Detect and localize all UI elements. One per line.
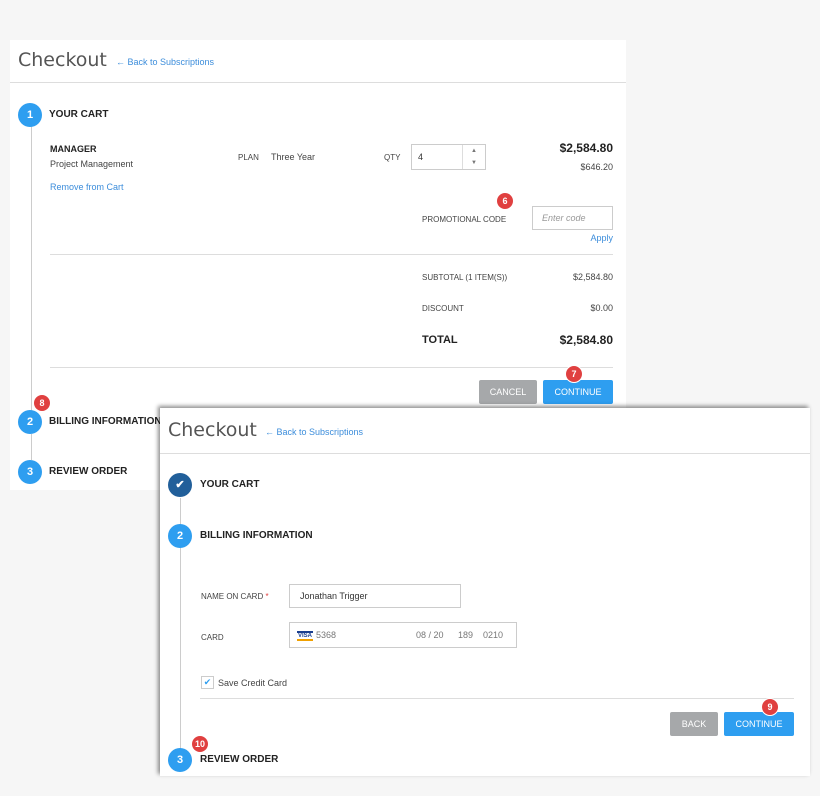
name-on-card-label: NAME ON CARD *: [201, 592, 269, 601]
product-subtitle: Project Management: [50, 159, 134, 169]
total-label: TOTAL: [422, 334, 458, 346]
name-on-card-label-text: NAME ON CARD: [201, 592, 264, 601]
quantity-spinner[interactable]: ▲ ▼: [462, 145, 485, 169]
card-input[interactable]: VISA 5368 08 / 20 189 0210: [289, 622, 517, 648]
cancel-button[interactable]: CANCEL: [479, 380, 537, 404]
discount-label: DISCOUNT: [422, 304, 464, 313]
back-to-subscriptions-link[interactable]: ← Back to Subscriptions: [116, 57, 214, 67]
remove-from-cart-link[interactable]: Remove from Cart: [50, 182, 124, 192]
subtotal-value: $2,584.80: [572, 272, 613, 282]
name-on-card-value: Jonathan Trigger: [300, 591, 368, 601]
quantity-value: 4: [418, 152, 424, 162]
quantity-stepper[interactable]: 4 ▲ ▼: [411, 144, 486, 170]
step-3-circle: 3: [18, 460, 42, 484]
step-3-circle: 3: [168, 748, 192, 772]
step-your-cart[interactable]: YOUR CART: [49, 109, 108, 120]
save-card-label: Save Credit Card: [218, 678, 288, 688]
continue-button[interactable]: CONTINUE: [724, 712, 794, 736]
promo-code-placeholder: Enter code: [542, 213, 586, 223]
back-button[interactable]: BACK: [670, 712, 718, 736]
annotation-badge-9: 9: [762, 699, 778, 715]
step-your-cart[interactable]: YOUR CART: [200, 479, 259, 490]
unit-price: $646.20: [580, 162, 613, 172]
back-to-subscriptions-link[interactable]: ← Back to Subscriptions: [265, 427, 363, 437]
card-expiry-field[interactable]: 08 / 20: [416, 630, 444, 640]
required-mark: *: [265, 592, 269, 601]
actions-divider: [50, 367, 613, 368]
visa-card-icon: VISA: [297, 631, 314, 641]
card-number-field[interactable]: 5368: [316, 630, 336, 640]
step-2-circle: 2: [18, 410, 42, 434]
plan-label: PLAN: [238, 153, 259, 162]
promo-code-input[interactable]: Enter code: [532, 206, 613, 230]
qty-label: QTY: [384, 153, 401, 162]
checkout-panel-billing: Checkout ← Back to Subscriptions ✔ YOUR …: [160, 408, 810, 776]
step-billing-information[interactable]: BILLING INFORMATION: [49, 416, 162, 427]
annotation-badge-6: 6: [497, 193, 513, 209]
plan-value: Three Year: [271, 152, 316, 162]
step-connector: [31, 434, 32, 460]
step-review-order[interactable]: REVIEW ORDER: [49, 466, 127, 477]
card-zip-field[interactable]: 0210: [483, 630, 503, 640]
item-price: $2,584.80: [559, 141, 613, 155]
card-cvc-field[interactable]: 189: [458, 630, 473, 640]
page-title: Checkout: [168, 419, 257, 441]
discount-value: $0.00: [590, 303, 613, 313]
continue-button[interactable]: CONTINUE: [543, 380, 613, 404]
save-card-checkbox[interactable]: ✔: [201, 676, 214, 689]
subtotal-label: SUBTOTAL (1 ITEM(S)): [422, 273, 508, 282]
page-title: Checkout: [18, 49, 107, 71]
annotation-badge-7: 7: [566, 366, 582, 382]
decrement-arrow-icon[interactable]: ▼: [463, 157, 485, 169]
card-label: CARD: [201, 633, 224, 642]
summary-divider: [50, 254, 613, 255]
promo-code-label: PROMOTIONAL CODE: [422, 215, 507, 224]
header-divider: [10, 82, 626, 83]
increment-arrow-icon[interactable]: ▲: [463, 145, 485, 157]
product-name: MANAGER: [50, 144, 97, 154]
annotation-badge-8: 8: [34, 395, 50, 411]
step-billing-information[interactable]: BILLING INFORMATION: [200, 530, 313, 541]
name-on-card-input[interactable]: Jonathan Trigger: [289, 584, 461, 608]
step-connector: [31, 126, 32, 422]
actions-divider: [200, 698, 794, 699]
step-2-circle: 2: [168, 524, 192, 548]
step-review-order[interactable]: REVIEW ORDER: [200, 754, 278, 765]
step-1-complete-icon: ✔: [168, 473, 192, 497]
total-value: $2,584.80: [559, 333, 613, 347]
apply-promo-link[interactable]: Apply: [590, 233, 613, 243]
header-divider: [160, 453, 810, 454]
step-1-circle: 1: [18, 103, 42, 127]
annotation-badge-10: 10: [192, 736, 208, 752]
